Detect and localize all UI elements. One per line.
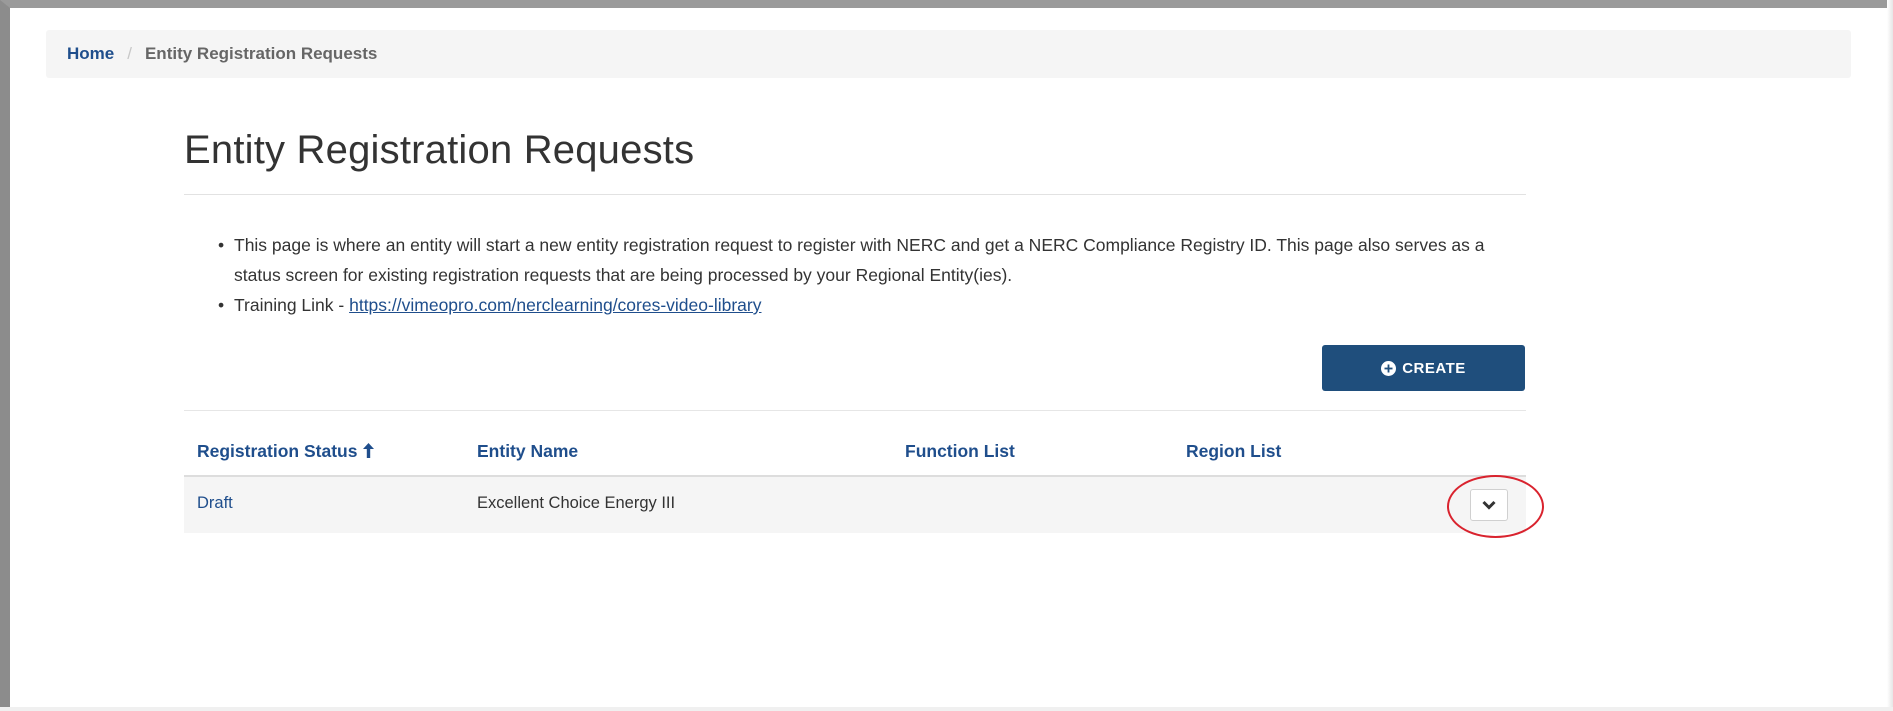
plus-circle-icon	[1381, 360, 1397, 376]
breadcrumb-separator: /	[127, 44, 132, 63]
column-header-registration-status[interactable]: Registration Status	[197, 441, 375, 463]
info-item-description: • This page is where an entity will star…	[218, 230, 1508, 290]
breadcrumb-current: Entity Registration Requests	[144, 44, 378, 63]
training-label: Training Link -	[234, 295, 350, 315]
row-entity-name: Excellent Choice Energy III	[477, 494, 676, 512]
create-button-label: CREATE	[1402, 359, 1466, 377]
training-link[interactable]: https://vimeopro.com/nerclearning/cores-…	[349, 295, 761, 315]
column-header-label: Registration Status	[197, 441, 358, 461]
row-status-link[interactable]: Draft	[197, 494, 233, 513]
info-description-text: This page is where an entity will start …	[234, 235, 1485, 285]
info-list: • This page is where an entity will star…	[218, 230, 1508, 320]
create-button[interactable]: CREATE	[1322, 345, 1525, 391]
column-header-entity-name[interactable]: Entity Name	[477, 441, 578, 462]
screenshot-frame	[0, 0, 1893, 711]
column-header-region-list[interactable]: Region List	[1186, 441, 1281, 462]
table-header: Registration Status Entity Name Function…	[184, 431, 1526, 477]
registration-table: Registration Status Entity Name Function…	[184, 431, 1526, 533]
row-expand-button[interactable]	[1470, 489, 1508, 521]
title-divider	[184, 194, 1526, 195]
column-header-function-list[interactable]: Function List	[905, 441, 1015, 462]
page-title: Entity Registration Requests	[184, 128, 695, 172]
frame-shadow-right	[1887, 0, 1893, 711]
frame-shadow-bottom	[0, 707, 1893, 711]
chevron-down-icon	[1482, 498, 1496, 513]
breadcrumb-home-link[interactable]: Home	[67, 44, 114, 64]
info-item-training: • Training Link - https://vimeopro.com/n…	[218, 290, 1508, 320]
table-row: Draft Excellent Choice Energy III	[184, 477, 1526, 533]
bullet: •	[218, 235, 225, 255]
sort-ascending-icon	[363, 442, 375, 463]
bullet: •	[218, 295, 225, 315]
breadcrumb: Home / Entity Registration Requests	[46, 30, 1851, 78]
table-top-divider	[184, 410, 1526, 411]
